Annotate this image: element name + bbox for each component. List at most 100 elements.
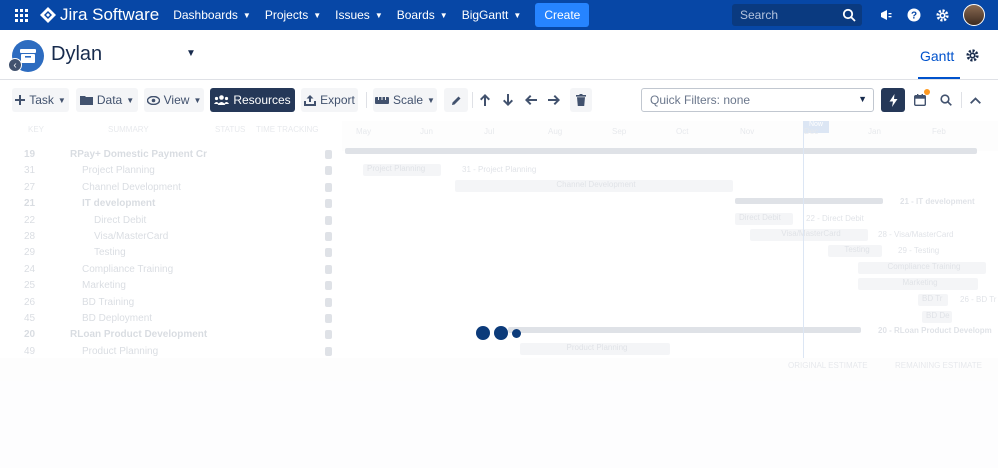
chevron-down-icon: ▼	[858, 94, 867, 104]
task-label: Task	[29, 93, 54, 107]
table-row[interactable]: 29 Testing	[0, 245, 342, 261]
loading-indicator	[476, 326, 521, 340]
row-key: 25	[24, 280, 36, 292]
nav-boards[interactable]: Boards ▼	[397, 8, 448, 22]
table-row[interactable]: 20 RLoan Product Development	[0, 327, 342, 343]
nav-projects[interactable]: Projects ▼	[265, 8, 321, 22]
timeline-month: Sep	[612, 127, 627, 136]
gantt-group-bar	[735, 198, 883, 204]
search-icon	[842, 8, 856, 22]
table-row[interactable]: 45 BD Deployment	[0, 311, 342, 327]
row-summary: Marketing	[82, 280, 126, 292]
table-row[interactable]: 24 Compliance Training	[0, 262, 342, 278]
nav-dashboards[interactable]: Dashboards ▼	[173, 8, 251, 22]
help-icon[interactable]: ?	[905, 6, 923, 24]
nav-dashboards-label: Dashboards	[173, 8, 238, 22]
gear-icon[interactable]	[965, 48, 980, 67]
magnifier-icon[interactable]	[934, 88, 958, 112]
legend-remaining-estimate: REMAINING ESTIMATE	[895, 361, 982, 370]
gantt-chart: KEY SUMMARY STATUS TIME TRACKING Now May…	[0, 121, 998, 468]
view-button[interactable]: View ▼	[144, 88, 204, 112]
export-button[interactable]: Export	[301, 88, 358, 112]
table-row[interactable]: 49 Product Planning	[0, 344, 342, 360]
megaphone-icon[interactable]	[877, 6, 895, 24]
row-key: 29	[24, 247, 36, 259]
hand-icon	[325, 166, 332, 176]
ruler-icon	[375, 96, 390, 104]
pencil-icon[interactable]	[444, 88, 468, 112]
table-row[interactable]: 21 IT development	[0, 196, 342, 212]
arrow-right-icon[interactable]	[543, 88, 565, 112]
view-label: View	[163, 93, 190, 107]
arrow-left-icon[interactable]	[520, 88, 542, 112]
table-row[interactable]: 31 Project Planning	[0, 163, 342, 179]
table-row[interactable]: 25 Marketing	[0, 278, 342, 294]
resources-label: Resources	[233, 93, 291, 107]
lightning-icon[interactable]	[881, 88, 905, 112]
gantt-bar: Marketing	[858, 278, 978, 290]
gantt-bar: Testing	[828, 245, 882, 257]
data-label: Data	[96, 93, 123, 107]
search-input[interactable]: Search	[732, 4, 862, 26]
apps-grid-icon	[14, 8, 28, 22]
chevron-down-icon: ▼	[439, 10, 448, 20]
trash-icon[interactable]	[570, 88, 592, 112]
chevron-down-icon[interactable]: ▼	[186, 48, 196, 59]
gantt-bar-label: 26 - BD Tr	[960, 295, 997, 304]
row-key: 45	[24, 313, 36, 324]
gantt-bar: BD Tr	[918, 294, 948, 306]
table-row[interactable]: 22 Direct Debit	[0, 213, 342, 229]
task-button[interactable]: Task ▼	[12, 88, 69, 112]
settings-icon[interactable]	[933, 6, 951, 24]
chevron-down-icon: ▼	[513, 10, 522, 20]
table-row[interactable]: 26 BD Training	[0, 295, 342, 311]
nav-biggantt[interactable]: BigGantt ▼	[462, 8, 522, 22]
timeline-month: Oct	[676, 127, 689, 136]
gantt-group-bar	[345, 148, 977, 154]
row-key: 21	[24, 198, 36, 210]
row-key: 26	[24, 296, 36, 308]
timeline-month: Dec	[804, 127, 819, 136]
scale-button[interactable]: Scale ▼	[373, 88, 437, 112]
project-name[interactable]: Dylan	[51, 43, 102, 66]
chevron-down-icon: ▼	[57, 95, 66, 105]
row-summary: Project Planning	[82, 165, 155, 177]
hand-icon	[325, 330, 332, 340]
loader-dot	[494, 326, 508, 340]
timeline-month: Nov	[740, 127, 755, 136]
table-row[interactable]: 19 RPay+ Domestic Payment Cr	[0, 147, 342, 163]
jira-logo-icon	[40, 7, 56, 23]
toolbar-divider	[961, 92, 962, 108]
gantt-footer	[0, 358, 998, 468]
table-row[interactable]: 27 Channel Development	[0, 180, 342, 196]
loader-dot	[512, 328, 521, 338]
avatar[interactable]	[963, 4, 985, 26]
timeline-header	[342, 121, 998, 151]
resources-button[interactable]: Resources	[210, 88, 295, 112]
nav-issues[interactable]: Issues ▼	[335, 8, 383, 22]
folder-icon	[79, 95, 93, 105]
product-name: Jira Software	[60, 5, 160, 24]
quick-filters-select[interactable]: Quick Filters: none ▼	[641, 88, 874, 112]
data-button[interactable]: Data ▼	[76, 88, 138, 112]
row-summary: Testing	[94, 247, 126, 259]
export-icon	[304, 94, 317, 106]
arrow-up-icon[interactable]	[474, 88, 496, 112]
arrow-down-icon[interactable]	[497, 88, 519, 112]
chevron-down-icon: ▼	[374, 10, 383, 20]
tab-gantt[interactable]: Gantt	[920, 48, 954, 64]
hand-icon	[325, 150, 332, 159]
app-switcher-button[interactable]	[6, 0, 36, 30]
chevron-down-icon: ▼	[193, 95, 202, 105]
back-icon[interactable]: ‹	[8, 58, 22, 72]
chevron-up-icon[interactable]	[963, 88, 987, 112]
hand-icon	[325, 232, 332, 241]
gantt-bar: Product Planning	[520, 343, 670, 355]
gantt-bar: Compliance Training	[858, 262, 986, 274]
table-row[interactable]: 28 Visa/MasterCard	[0, 229, 342, 245]
gantt-bar: Channel Development	[455, 180, 733, 192]
chevron-down-icon: ▼	[242, 10, 251, 20]
jira-logo[interactable]: Jira Software	[40, 5, 159, 25]
gantt-group-bar	[508, 327, 861, 333]
create-button[interactable]: Create	[535, 3, 590, 27]
